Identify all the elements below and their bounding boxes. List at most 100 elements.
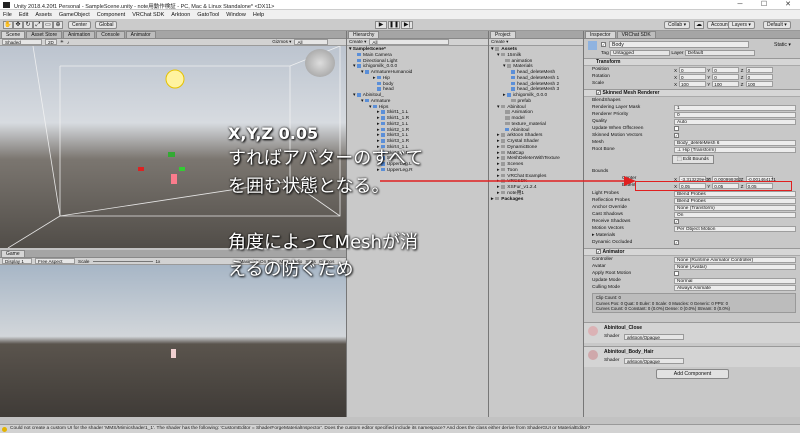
position-y-input[interactable]: 0 <box>712 67 740 73</box>
menu-gatotool[interactable]: GatoTool <box>197 12 219 18</box>
tab-console[interactable]: Console <box>96 31 125 38</box>
avatar-model[interactable] <box>171 174 177 184</box>
maximize-button[interactable]: ☐ <box>752 0 776 10</box>
position-z-input[interactable]: 0 <box>745 67 773 73</box>
mesh-field[interactable]: Body_deleteMesh 6 <box>674 140 796 146</box>
status-bar[interactable]: Could not create a custom UI for the sha… <box>0 424 800 433</box>
collab-button[interactable]: Collab ▾ <box>664 21 691 29</box>
tab-animator[interactable]: Animator <box>125 31 156 38</box>
scale-z-input[interactable]: 100 <box>745 81 773 87</box>
layers-dropdown[interactable]: Layers ▾ <box>728 21 755 29</box>
scene-orientation-gizmo[interactable] <box>305 49 335 77</box>
culling-mode-dropdown[interactable]: Always Animate <box>674 285 796 291</box>
animator-enabled-checkbox[interactable]: ✓ <box>596 249 601 254</box>
menu-gameobject[interactable]: GameObject <box>59 12 90 18</box>
animator-component-header[interactable]: ✓ Animator <box>584 248 800 256</box>
tab-scene[interactable]: Scene <box>1 31 26 38</box>
hierarchy-search-input[interactable]: All <box>369 39 450 45</box>
minimize-button[interactable]: ─ <box>728 0 752 10</box>
root-bone-field[interactable]: ⊥ Hip (Transform) <box>674 147 796 153</box>
menu-vrchat-sdk[interactable]: VRChat SDK <box>132 12 164 18</box>
rotate-tool-icon[interactable]: ↻ <box>23 21 33 29</box>
shader-dropdown[interactable]: arktoon/Opaque <box>624 334 684 340</box>
add-component-button[interactable]: Add Component <box>656 369 729 379</box>
update-offscreen-checkbox[interactable] <box>674 126 679 131</box>
receive-shadows-checkbox[interactable]: ✓ <box>674 219 679 224</box>
scale-tool-icon[interactable]: ⤢ <box>33 21 43 29</box>
global-local-button[interactable]: Global <box>95 21 118 29</box>
renderer-priority-field[interactable]: 0 <box>674 112 796 118</box>
edit-bounds-button[interactable]: ⬚ Edit Bounds <box>672 155 714 164</box>
pause-button[interactable]: ❚❚ <box>388 21 400 29</box>
rotation-x-input[interactable]: 0 <box>679 74 706 80</box>
scale-slider[interactable] <box>92 260 153 262</box>
lighting-toggle-icon[interactable]: ☀ <box>60 39 64 45</box>
skinned-mesh-renderer-header[interactable]: ✓ Skinned Mesh Renderer <box>584 89 800 97</box>
object-name-input[interactable]: Body <box>609 41 749 48</box>
tab-vrchat-sdk[interactable]: VRChat SDK <box>616 31 656 38</box>
dynamic-occluded-checkbox[interactable]: ✓ <box>674 240 679 245</box>
tab-game[interactable]: Game <box>1 250 25 257</box>
component-enabled-checkbox[interactable]: ✓ <box>596 90 601 95</box>
scale-y-input[interactable]: 100 <box>712 81 740 87</box>
close-button[interactable]: ✕ <box>776 0 800 10</box>
scale-x-input[interactable]: 100 <box>679 81 706 87</box>
directional-light-gizmo[interactable] <box>165 69 185 89</box>
axis-gizmo-z[interactable] <box>168 152 175 157</box>
transform-component-header[interactable]: Transform <box>584 58 800 66</box>
menu-window[interactable]: Window <box>226 12 246 18</box>
rotation-z-input[interactable]: 0 <box>745 74 773 80</box>
anchor-override-field[interactable]: None (Transform) <box>674 205 796 211</box>
shading-mode-dropdown[interactable]: Shaded <box>2 39 42 45</box>
aspect-dropdown[interactable]: Free Aspect <box>35 258 75 264</box>
move-tool-icon[interactable]: ✥ <box>13 21 23 29</box>
step-button[interactable]: ▶| <box>401 21 413 29</box>
material-block[interactable]: Abinitoul_Close Shader arktoon/Opaque <box>584 322 800 343</box>
layer-dropdown[interactable]: Default <box>684 50 755 56</box>
light-probes-dropdown[interactable]: Blend Probes <box>674 191 796 197</box>
cloud-icon[interactable]: ☁ <box>694 21 704 29</box>
skinned-motion-checkbox[interactable]: ✓ <box>674 133 679 138</box>
rotation-y-input[interactable]: 0 <box>712 74 740 80</box>
position-x-input[interactable]: 0 <box>679 67 706 73</box>
axis-gizmo-y[interactable] <box>179 167 185 171</box>
audio-toggle-icon[interactable]: ♪ <box>67 40 69 45</box>
static-dropdown[interactable]: Static ▾ <box>774 42 791 48</box>
scene-search-input[interactable]: All <box>294 39 329 45</box>
transform-tool-icon[interactable]: ⊕ <box>53 21 63 29</box>
rendering-layer-mask-field[interactable]: 1 <box>674 105 796 111</box>
menu-arktoon[interactable]: Arktoon <box>171 12 190 18</box>
hierarchy-create-button[interactable]: Create ▾ <box>349 39 366 45</box>
pivot-center-button[interactable]: Center <box>68 21 92 29</box>
apply-root-motion-checkbox[interactable] <box>674 271 679 276</box>
reflection-probes-dropdown[interactable]: Blend Probes <box>674 198 796 204</box>
tab-hierarchy[interactable]: Hierarchy <box>348 31 380 38</box>
menu-component[interactable]: Component <box>97 12 125 18</box>
menu-help[interactable]: Help <box>253 12 264 18</box>
list-item[interactable]: ▸ Packages <box>489 196 583 203</box>
game-viewport[interactable] <box>0 265 346 417</box>
scene-viewport[interactable] <box>0 46 346 248</box>
rect-tool-icon[interactable]: ▭ <box>43 21 53 29</box>
tab-inspector[interactable]: Inspector <box>585 31 616 38</box>
motion-vectors-dropdown[interactable]: Per Object Motion <box>674 226 796 232</box>
tab-asset-store[interactable]: Asset Store <box>26 31 63 38</box>
menu-assets[interactable]: Assets <box>35 12 52 18</box>
menu-file[interactable]: File <box>3 12 12 18</box>
tab-project[interactable]: Project <box>490 31 516 38</box>
display-dropdown[interactable]: Display 1 <box>2 258 32 264</box>
hand-tool-icon[interactable]: ✋ <box>3 21 13 29</box>
cast-shadows-dropdown[interactable]: On <box>674 212 796 218</box>
material-block[interactable]: Abinitoul_Body_Hair Shader arktoon/Opaqu… <box>584 346 800 367</box>
play-button[interactable]: ▶ <box>375 21 387 29</box>
update-mode-dropdown[interactable]: Normal <box>674 278 796 284</box>
menu-edit[interactable]: Edit <box>19 12 28 18</box>
active-checkbox[interactable]: ✓ <box>601 42 606 47</box>
layout-dropdown[interactable]: Default ▾ <box>763 21 791 29</box>
tag-dropdown[interactable]: Untagged <box>610 50 671 56</box>
project-create-button[interactable]: Create ▾ <box>491 39 508 45</box>
tab-animation[interactable]: Animation <box>63 31 96 38</box>
gizmos-dropdown[interactable]: Gizmos ▾ <box>272 39 291 45</box>
controller-field[interactable]: None (Runtime Animator Controller) <box>674 257 796 263</box>
quality-dropdown[interactable]: Auto <box>674 119 796 125</box>
